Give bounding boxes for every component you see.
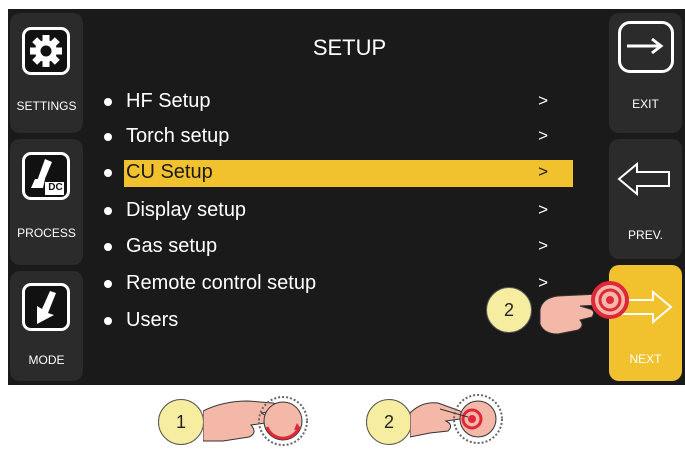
menu-item-label: Users [126,309,179,331]
exit-button[interactable]: EXIT [609,13,682,133]
settings-icon-frame [22,27,70,75]
prev-label: PREV. [628,228,663,242]
hand-press-next-icon [539,281,629,335]
hand-turn-knob-icon [203,396,308,446]
process-label: PROCESS [17,226,76,240]
bullet-icon [104,98,112,106]
chevron-right-icon: > [538,162,548,181]
menu-item-hf-setup[interactable]: HF Setup > [104,89,562,116]
bullet-icon [104,169,112,177]
screen-title: SETUP [312,35,387,60]
process-button[interactable]: DC PROCESS [10,139,83,265]
step-badge-next: 2 [486,287,532,333]
exit-label: EXIT [632,97,659,111]
process-icon-frame: DC [22,152,70,200]
menu-item-label: Gas setup [126,235,218,257]
menu-item-gas-setup[interactable]: Gas setup > [104,234,562,261]
bullet-icon [104,133,112,141]
menu-item-label: CU Setup [126,161,213,183]
menu-item-label: Remote control setup [126,272,317,294]
dc-icon-text: DC [48,182,63,193]
chevron-right-icon: > [538,126,548,145]
menu-item-label: HF Setup [126,90,211,112]
mode-label: MODE [28,353,65,367]
bullet-icon [104,280,112,288]
menu-item-cu-setup[interactable]: CU Setup > [104,160,573,187]
menu-item-label: Display setup [126,199,247,221]
settings-button[interactable]: SETTINGS [10,13,83,133]
bullet-icon [104,243,112,251]
exit-icon-frame [618,21,674,73]
bullet-icon [104,207,112,215]
hand-press-knob-icon [410,394,503,444]
mode-button[interactable]: MODE [10,271,83,381]
gear-icon [30,35,62,67]
chevron-right-icon: > [538,236,548,255]
exit-arrow-icon [627,32,671,62]
chevron-right-icon: > [538,91,548,110]
bullet-icon [104,317,112,325]
chevron-right-icon: > [538,200,548,219]
menu-item-torch-setup[interactable]: Torch setup > [104,124,562,151]
menu-item-label: Torch setup [126,125,230,147]
prev-button[interactable]: PREV. [609,139,682,259]
left-arrow-icon [617,161,670,197]
step-badge-press: 2 [366,399,412,445]
step-badge-turn: 1 [158,399,204,445]
mode-icon-frame [22,283,70,331]
menu-item-display-setup[interactable]: Display setup > [104,198,562,225]
settings-label: SETTINGS [16,99,77,113]
next-label: NEXT [629,352,662,366]
mode-arrow-icon [37,291,56,324]
